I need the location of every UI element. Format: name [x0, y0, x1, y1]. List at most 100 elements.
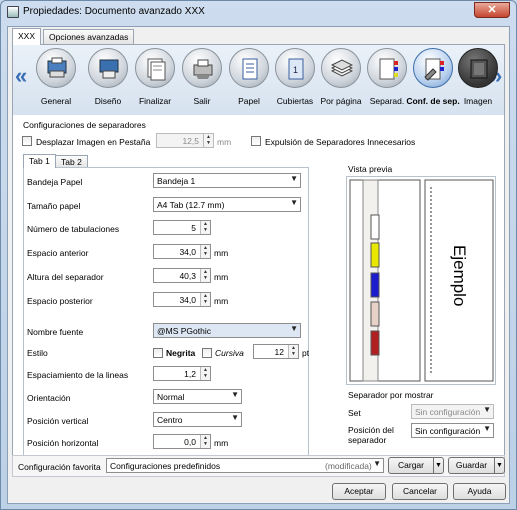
- title-bar: Propiedades: Documento avanzado XXX ✕: [1, 1, 516, 25]
- ok-button[interactable]: Aceptar: [332, 483, 386, 500]
- set-select[interactable]: Sin configuración ▼: [411, 404, 494, 419]
- dialog-client: XXX Opciones avanzadas « » General Diseñ…: [7, 26, 510, 504]
- orient-label: Orientación: [27, 393, 71, 403]
- space-after-stepper[interactable]: 34,0 ▲ ▼: [153, 292, 211, 307]
- spin-arrows-icon[interactable]: ▲ ▼: [200, 221, 210, 234]
- pos-hor-label: Posición horizontal: [27, 438, 99, 448]
- esp-ant-label: Espacio anterior: [27, 248, 89, 258]
- spin-arrows-icon[interactable]: ▲ ▼: [200, 435, 210, 448]
- num-tab-stepper[interactable]: 5 ▲ ▼: [153, 220, 211, 235]
- chevron-down-icon: ▼: [231, 390, 239, 399]
- paper-tray-select[interactable]: Bandeja 1 ▼: [153, 173, 301, 188]
- space-before-stepper[interactable]: 34,0 ▲ ▼: [153, 244, 211, 259]
- bold-label: Negrita: [166, 348, 196, 358]
- num-tab-label: Número de tabulaciones: [27, 224, 120, 234]
- tab-advanced-options[interactable]: Opciones avanzadas: [43, 29, 135, 44]
- font-name-value: @MS PGothic: [157, 326, 211, 336]
- paper-size-value: A4 Tab (12.7 mm): [157, 200, 225, 210]
- estilo-label: Estilo: [27, 348, 48, 358]
- cancel-button[interactable]: Cancelar: [392, 483, 448, 500]
- feature-general[interactable]: General: [33, 48, 79, 112]
- fuente-label: Nombre fuente: [27, 327, 84, 337]
- feature-label: General: [40, 96, 72, 106]
- spin-arrows-icon[interactable]: ▲ ▼: [288, 345, 298, 358]
- preview-tab-0: [370, 214, 380, 240]
- favorites-value: Configuraciones predefinidos: [110, 461, 221, 471]
- preview-tab-1: [370, 242, 380, 268]
- chevron-down-icon: ▼: [290, 198, 298, 207]
- subtab-1[interactable]: Tab 1: [23, 154, 56, 168]
- vertical-position-select[interactable]: Centro ▼: [153, 412, 242, 427]
- chevron-down-icon: ▼: [483, 405, 491, 414]
- feature-bar: « » General Diseño Finalizar Salir: [13, 45, 504, 115]
- spin-arrows-icon[interactable]: ▲ ▼: [200, 269, 210, 282]
- favorites-select[interactable]: Configuraciones predefinidos (modificada…: [106, 458, 384, 473]
- font-size-stepper[interactable]: 12 ▲ ▼: [253, 344, 299, 359]
- separators-icon: [379, 58, 398, 80]
- paper-size-select[interactable]: A4 Tab (12.7 mm) ▼: [153, 197, 301, 212]
- shift-image-checkbox[interactable]: [22, 136, 32, 146]
- svg-text:1: 1: [293, 65, 298, 75]
- tamano-label: Tamaño papel: [27, 201, 81, 211]
- horizontal-position-stepper[interactable]: 0,0 ▲ ▼: [153, 434, 211, 449]
- favorites-modified: (modificada): [325, 461, 372, 471]
- horizontal-position-value: 0,0: [184, 437, 196, 447]
- close-button[interactable]: ✕: [474, 2, 510, 18]
- unit-mm: mm: [214, 248, 229, 258]
- bold-checkbox[interactable]: [153, 348, 163, 358]
- spin-arrows-icon[interactable]: ▲ ▼: [200, 245, 210, 258]
- covers-icon: 1: [288, 58, 304, 80]
- help-button[interactable]: Ayuda: [453, 483, 506, 500]
- paper-icon: [242, 58, 258, 80]
- layout-icon: [99, 59, 119, 79]
- eject-separators-checkbox[interactable]: [251, 136, 261, 146]
- chevron-down-icon[interactable]: ▼: [433, 458, 443, 473]
- chevron-down-icon: ▼: [290, 174, 298, 183]
- image-icon: [470, 59, 488, 79]
- space-before-value: 34,0: [179, 247, 196, 257]
- set-label: Set: [348, 408, 361, 418]
- chevron-down-icon: ▼: [290, 324, 298, 333]
- load-label: Cargar: [398, 460, 424, 470]
- orientation-select[interactable]: Normal ▼: [153, 389, 242, 404]
- spin-arrows-icon[interactable]: ▲ ▼: [203, 134, 213, 147]
- properties-window: Propiedades: Documento avanzado XXX ✕ XX…: [0, 0, 517, 510]
- save-button[interactable]: Guardar ▼: [448, 457, 505, 474]
- sample-text: Ejemplo: [450, 245, 469, 306]
- chevron-down-icon: ▼: [483, 424, 491, 433]
- feature-output[interactable]: Salir: [179, 48, 225, 112]
- shift-image-text: 12,5: [182, 136, 199, 146]
- separator-position-select[interactable]: Sin configuración ▼: [411, 423, 494, 438]
- separator-position-value: Sin configuración: [415, 426, 481, 436]
- preview-tab-4: [370, 330, 380, 356]
- spin-arrows-icon[interactable]: ▲ ▼: [200, 367, 210, 380]
- italic-label: Cursiva: [215, 348, 244, 358]
- spin-arrows-icon[interactable]: ▲ ▼: [200, 293, 210, 306]
- feature-label: Imagen: [463, 96, 493, 106]
- main-panel: « » General Diseño Finalizar Salir: [12, 44, 505, 467]
- bandeja-label: Bandeja Papel: [27, 177, 83, 187]
- window-title: Propiedades: Documento avanzado XXX: [23, 6, 205, 17]
- font-name-select[interactable]: @MS PGothic ▼: [153, 323, 301, 338]
- line-spacing-stepper[interactable]: 1,2 ▲ ▼: [153, 366, 211, 381]
- feature-layout[interactable]: Diseño: [85, 48, 131, 112]
- feature-finishing[interactable]: Finalizar: [132, 48, 178, 112]
- sep-mostrar-label: Separador por mostrar: [348, 390, 434, 400]
- scroll-left-icon[interactable]: «: [15, 63, 27, 89]
- shift-image-unit: mm: [217, 137, 232, 147]
- separator-height-stepper[interactable]: 40,3 ▲ ▼: [153, 268, 211, 283]
- italic-checkbox[interactable]: [202, 348, 212, 358]
- favorites-label: Configuración favorita: [18, 462, 101, 472]
- preview-title: Vista previa: [348, 164, 393, 174]
- tab-xxx[interactable]: XXX: [12, 28, 42, 45]
- unit-mm: mm: [214, 272, 229, 282]
- paper-tray-value: Bandeja 1: [157, 176, 196, 186]
- shift-image-value[interactable]: 12,5 ▲ ▼: [156, 133, 214, 148]
- font-size-value: 12: [274, 347, 284, 357]
- espaciamiento-label: Espaciamiento de la lineas: [27, 370, 129, 380]
- feature-image[interactable]: Imagen: [455, 48, 501, 112]
- load-button[interactable]: Cargar ▼: [388, 457, 444, 474]
- chevron-down-icon: ▼: [373, 459, 381, 468]
- unit-pt: pt: [302, 348, 310, 358]
- chevron-down-icon[interactable]: ▼: [494, 458, 504, 473]
